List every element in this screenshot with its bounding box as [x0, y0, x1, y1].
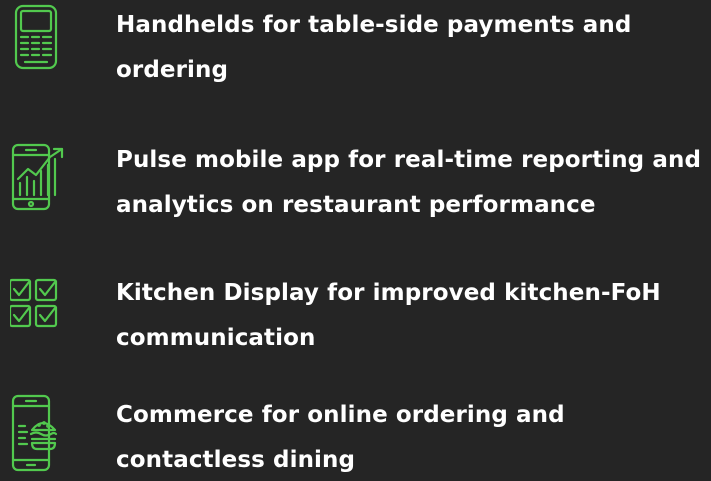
- checklist-grid-icon: [10, 278, 68, 350]
- feature-text: Kitchen Display for improved kitchen-FoH…: [116, 280, 661, 351]
- feature-list: Handhelds for table-side payments and or…: [0, 0, 711, 481]
- mobile-analytics-icon: [10, 143, 68, 215]
- feature-text: Handhelds for table-side payments and or…: [116, 12, 632, 83]
- handheld-terminal-icon: [10, 4, 68, 76]
- feature-text: Commerce for online ordering and contact…: [116, 402, 565, 473]
- phone-burger-icon: [10, 394, 68, 472]
- feature-text: Pulse mobile app for real-time reporting…: [116, 147, 702, 218]
